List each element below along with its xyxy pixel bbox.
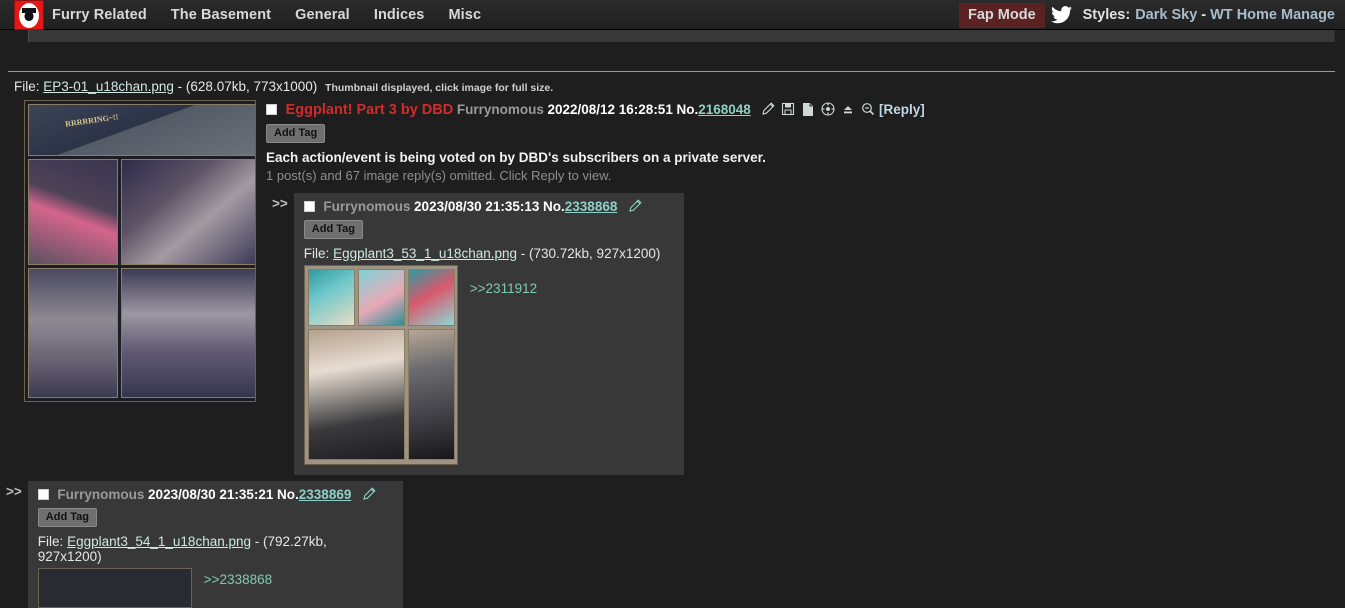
reply-post-1: >> Furrynomous 2023/08/30 21:35:13 No.23… [266,193,925,475]
op-body-text: Each action/event is being voted on by D… [266,150,766,165]
reply-post-number-link[interactable]: 2338869 [299,487,352,502]
op-thumbnail-image[interactable] [24,100,256,402]
reply-file-link[interactable]: Eggplant3_54_1_u18chan.png [67,534,251,549]
reply-post-number: No.2338868 [543,199,618,214]
move-crosshair-icon[interactable] [821,102,835,116]
reply-thumbnail-image[interactable] [303,265,458,465]
reply-file-prefix: File: [37,534,64,549]
styles-label: Styles: [1082,7,1131,23]
fap-mode-button[interactable]: Fap Mode [958,2,1045,28]
paw-logo-icon [19,2,39,28]
reply-post-number-link[interactable]: 2338868 [565,199,618,214]
reply-text-cell: >>2311912 [470,263,537,296]
secondary-bar [28,30,1335,42]
op-file-meta: - (628.07kb, 773x1000) [177,79,318,94]
top-navigation-bar: Furry Related The Basement General Indic… [0,0,1345,30]
nav-link-misc[interactable]: Misc [448,7,481,23]
reply-quote-link[interactable]: >>2311912 [470,281,537,296]
reply-poster-name: Furrynomous [57,487,145,502]
reply-select-checkbox[interactable] [37,489,49,500]
reply-thumbnail-cell [303,263,470,465]
reply-quote-marker: >> [6,484,22,499]
op-file-link[interactable]: EP3-01_u18chan.png [43,79,174,94]
reply-file-line: File: Eggplant3_53_1_u18chan.png - (730.… [304,239,674,263]
comic-panel [28,159,118,265]
op-poster-name: Furrynomous [456,102,544,117]
pencil-edit-icon[interactable] [628,199,642,213]
nav-link-furry-related[interactable]: Furry Related [52,7,147,23]
reply-add-tag-button[interactable]: Add Tag [37,508,97,527]
pencil-edit-icon[interactable] [362,487,376,501]
reply-container: Furrynomous 2023/08/30 21:35:21 No.23388… [27,481,403,608]
nav-link-indices[interactable]: Indices [374,7,425,23]
reply-timestamp: 2023/08/30 21:35:13 [414,199,540,214]
reply-header-line: Furrynomous 2023/08/30 21:35:21 No.23388… [37,487,393,502]
op-file-line: File: EP3-01_u18chan.png - (628.07kb, 77… [8,72,1345,96]
comic-panel [407,329,455,460]
eject-pin-icon[interactable] [841,102,855,116]
op-post-body: Eggplant! Part 3 by DBD Furrynomous 2022… [266,96,925,475]
op-file-prefix: File: [14,79,40,94]
comic-panel [357,269,405,326]
pencil-edit-icon[interactable] [761,102,775,116]
nav-link-the-basement[interactable]: The Basement [171,7,271,23]
report-page-icon[interactable] [801,102,815,116]
reply-post-number: No.2338869 [277,487,352,502]
reply-quote-link[interactable]: >>2338868 [204,572,272,587]
reply-file-line: File: Eggplant3_54_1_u18chan.png - (792.… [38,527,393,566]
op-post: File: EP3-01_u18chan.png - (628.07kb, 77… [0,72,1345,475]
nav-link-general[interactable]: General [295,7,350,23]
style-option-wt-home-manage[interactable]: WT Home Manage [1210,7,1335,23]
zoom-out-icon[interactable] [861,102,875,116]
comic-panel [121,159,255,265]
reply-text-cell: >>2338868 [204,566,272,587]
comic-panel [307,329,405,460]
comic-panel [121,268,255,398]
site-logo-button[interactable] [14,0,44,30]
reply-timestamp: 2023/08/30 21:35:21 [148,487,274,502]
op-action-icons [761,102,875,116]
reply-file-link[interactable]: Eggplant3_53_1_u18chan.png [333,246,517,261]
op-post-number-link[interactable]: 2168048 [698,102,751,117]
floppy-save-icon[interactable] [781,102,795,116]
op-subject: Eggplant! Part 3 by DBD [285,102,454,118]
reply-file-meta: - (730.72kb, 927x1200) [520,246,661,261]
op-add-tag-button[interactable]: Add Tag [266,124,326,143]
styles-separator: - [1201,7,1207,23]
op-omitted-notice: 1 post(s) and 67 image reply(s) omitted.… [266,168,612,183]
reply-thumbnail-image[interactable] [37,568,192,608]
reply-file-prefix: File: [303,246,330,261]
op-select-checkbox[interactable] [266,104,277,115]
reply-poster-name: Furrynomous [323,199,411,214]
op-reply-button[interactable]: [Reply] [879,102,925,117]
op-thumbnail-note: Thumbnail displayed, click image for ful… [325,82,554,94]
nav-right-group: Fap Mode Styles: Dark Sky - WT Home Mana… [958,0,1339,30]
reply-quote-marker: >> [272,196,288,211]
op-post-number: No.2168048 [676,102,751,117]
twitter-bird-icon[interactable] [1050,6,1073,24]
comic-panel [28,104,255,156]
reply-thumbnail-cell [37,566,204,608]
op-header-line: Eggplant! Part 3 by DBD Furrynomous 2022… [266,102,925,118]
reply-container: Furrynomous 2023/08/30 21:35:13 No.23388… [293,193,684,475]
op-thumbnail-cell [8,96,266,402]
style-option-dark-sky[interactable]: Dark Sky [1135,7,1197,23]
op-timestamp: 2022/08/12 16:28:51 [547,102,673,117]
reply-add-tag-button[interactable]: Add Tag [303,220,363,239]
reply-select-checkbox[interactable] [303,201,315,212]
comic-panel [28,268,118,398]
comic-panel [407,269,455,326]
reply-post-2: >> Furrynomous 2023/08/30 21:35:21 No.23… [0,481,1345,608]
comic-panel [307,269,355,326]
reply-header-line: Furrynomous 2023/08/30 21:35:13 No.23388… [303,199,674,214]
